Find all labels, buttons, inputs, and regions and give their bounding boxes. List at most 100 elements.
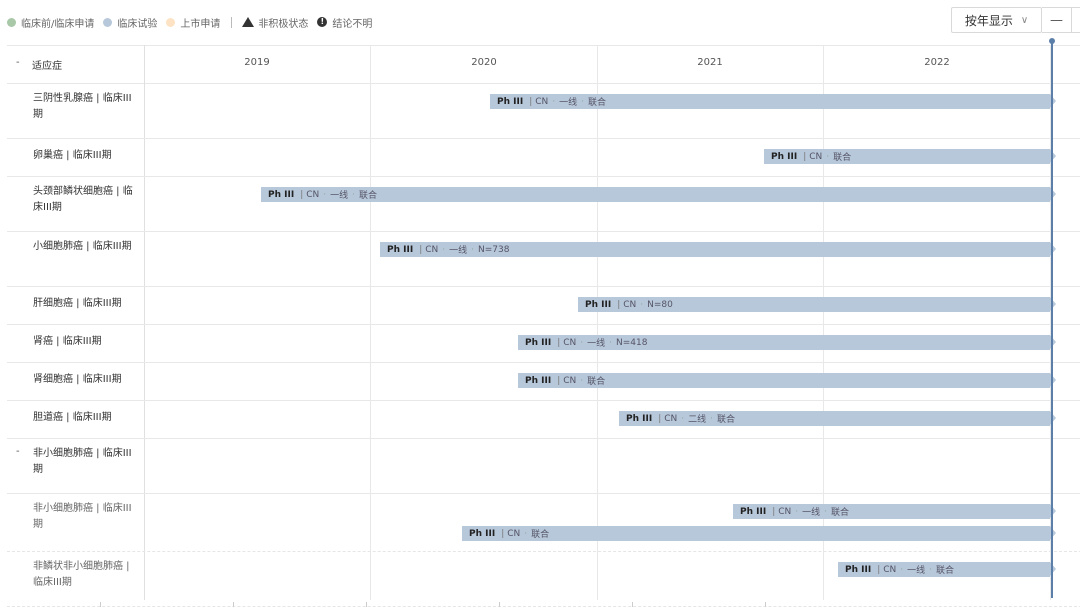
trial-tag: 一线 [587,339,606,349]
trial-tag: CN [883,564,897,575]
trial-bar[interactable]: Ph III | CN · 一线 · 联合 [261,187,1056,202]
scroll-tick [100,602,101,607]
row-divider [7,493,1080,494]
legend: 临床前/临床申请 临床试验 上市申请 非积极状态 ! 结论不明 [7,13,381,31]
legend-item-marketing-application[interactable]: 上市申请 [166,15,220,30]
view-mode-select[interactable]: 按年显示 ∨ [951,7,1042,33]
year-divider [370,45,371,600]
row-divider [7,286,1080,287]
zoom-in-button[interactable]: + [1072,7,1080,33]
trial-bar[interactable]: Ph III | CN · 一线 · 联合 [838,562,1056,577]
row-divider [7,400,1080,401]
timeline-controls: 按年显示 ∨ — + [951,7,1080,33]
indication-label[interactable]: 小细胞肺癌 | 临床III期 [33,239,133,255]
trial-tag: 联合 [359,191,378,201]
legend-item-inactive[interactable]: 非积极状态 [242,15,308,30]
trial-phase: Ph III [740,506,767,517]
scroll-tick [366,602,367,607]
indication-label[interactable]: 肾癌 | 临床III期 [33,334,133,350]
trial-bar[interactable]: Ph III | CN · 一线 · N=738 [380,242,1056,257]
group-collapse-toggle[interactable]: - [16,446,20,457]
trial-tag: 联合 [831,508,850,518]
collapse-all-toggle[interactable]: - [16,57,20,68]
tag-separator: | [501,528,505,539]
row-divider [7,362,1080,363]
trial-tag: CN [778,506,792,517]
indication-label[interactable]: 头颈部鳞状细胞癌 | 临床III期 [33,184,133,216]
row-divider [7,231,1080,232]
tag-separator: · [552,96,556,107]
trial-bar[interactable]: Ph III | CN · 联合 [764,149,1056,164]
trial-phase: Ph III [497,96,524,107]
trial-tag: CN [563,375,577,386]
scroll-tick [632,602,633,607]
indication-label[interactable]: 肾细胞癌 | 临床III期 [33,372,133,388]
trial-tag: CN [809,151,823,162]
legend-item-clinical-trial[interactable]: 临床试验 [103,15,157,30]
today-marker-line [1051,40,1053,598]
tag-separator: | [557,337,561,348]
year-label-2022: 2022 [924,57,950,68]
row-divider [7,438,1080,439]
trial-bar[interactable]: Ph III | CN · 一线 · N=418 [518,335,1056,350]
timeline-grid: - 适应症 2019 2020 2021 2022 三阴性乳腺癌 | 临床III… [7,45,1080,607]
trial-tag: CN [425,244,439,255]
legend-item-inconclusive[interactable]: ! 结论不明 [317,15,372,30]
trial-bar[interactable]: Ph III | CN · 一线 · 联合 [733,504,1056,519]
exclamation-icon: ! [317,17,328,27]
trial-bar[interactable]: Ph III | CN · 二线 · 联合 [619,411,1056,426]
trial-bar[interactable]: Ph III | CN · 联合 [462,526,1056,541]
minus-icon: — [1050,12,1063,28]
year-label-2019: 2019 [244,57,270,68]
tag-separator: · [609,337,613,348]
trial-tag: 一线 [449,246,468,256]
trial-tag: CN [507,528,521,539]
tag-separator: · [640,299,644,310]
row-divider [7,324,1080,325]
indication-label[interactable]: 非小细胞肺癌 | 临床III期 [33,501,133,533]
row-divider [7,176,1080,177]
year-label-2020: 2020 [471,57,497,68]
trial-phase: Ph III [469,528,496,539]
trial-phase: Ph III [387,244,414,255]
trial-tag: 一线 [559,98,578,108]
trial-bar[interactable]: Ph III | CN · N=80 [578,297,1056,312]
trial-tag: CN [664,413,678,424]
trial-bar[interactable]: Ph III | CN · 联合 [518,373,1056,388]
tag-separator: · [352,189,356,200]
indication-column-header: 适应症 [32,61,62,72]
tag-separator: | [557,375,561,386]
tag-separator: | [803,151,807,162]
trial-phase: Ph III [585,299,612,310]
trial-tag: 联合 [833,153,852,163]
tag-separator: · [826,151,830,162]
trial-phase: Ph III [626,413,653,424]
indication-label[interactable]: 非鳞状非小细胞肺癌 | 临床III期 [33,559,133,591]
trial-phase: Ph III [525,337,552,348]
trial-tag: N=418 [616,337,648,348]
trial-phase: Ph III [525,375,552,386]
legend-label: 结论不明 [332,18,373,30]
tag-separator: | [877,564,881,575]
tag-separator: · [580,337,584,348]
scroll-tick [233,602,234,607]
tag-separator: | [300,189,304,200]
legend-item-preclinical[interactable]: 临床前/临床申请 [7,15,94,30]
tag-separator: · [524,528,528,539]
indication-label[interactable]: 三阴性乳腺癌 | 临床III期 [33,91,133,123]
trial-tag: 一线 [907,566,926,576]
indication-label[interactable]: 卵巢癌 | 临床III期 [33,148,133,164]
indication-label[interactable]: 非小细胞肺癌 | 临床III期 [33,446,133,478]
zoom-out-button[interactable]: — [1042,7,1072,33]
scroll-tick [499,602,500,607]
view-mode-label: 按年显示 [964,13,1013,28]
marketing-application-dot-icon [166,17,176,27]
tag-separator: | [658,413,662,424]
year-divider [597,45,598,600]
legend-label: 上市申请 [180,18,221,30]
tag-separator: · [710,413,714,424]
clinical-trial-dot-icon [103,17,113,27]
trial-bar[interactable]: Ph III | CN · 一线 · 联合 [490,94,1056,109]
indication-label[interactable]: 肝细胞癌 | 临床III期 [33,296,133,312]
indication-label[interactable]: 胆道癌 | 临床III期 [33,410,133,426]
